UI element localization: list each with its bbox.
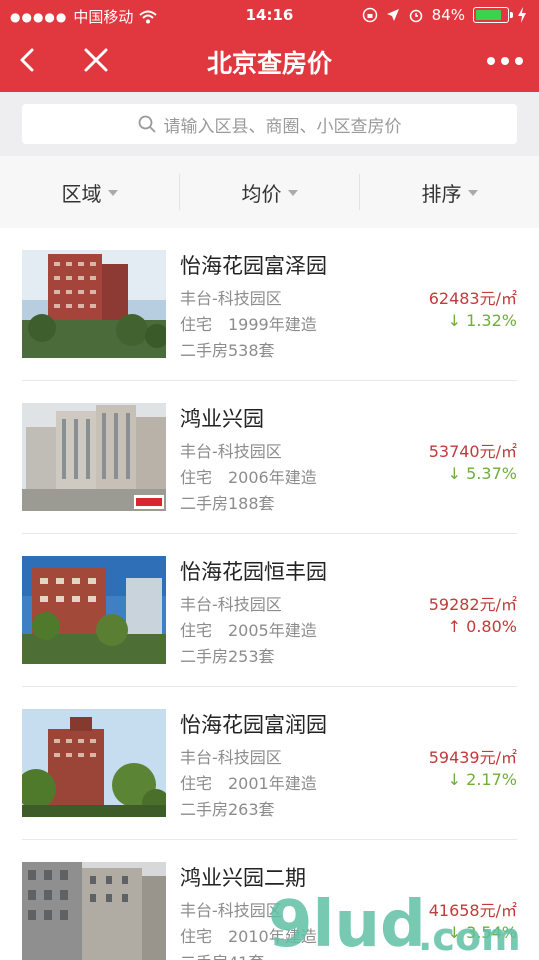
community-name: 鸿业兴园 (180, 407, 264, 431)
nav-bar: 北京查房价 (0, 32, 539, 92)
filter-price[interactable]: 均价 (179, 174, 359, 210)
community-type-year: 住宅 2005年建造 (180, 621, 317, 640)
page-title: 北京查房价 (206, 49, 332, 78)
svg-text:.com: .com (418, 915, 521, 959)
svg-text:9lud: 9lud (268, 888, 426, 960)
list-item[interactable]: 怡海花园富泽园 丰台-科技园区 住宅 1999年建造 二手房538套 62483… (0, 228, 539, 381)
community-photo (22, 403, 166, 511)
community-photo (22, 250, 166, 358)
community-type-year: 住宅 2006年建造 (180, 468, 317, 487)
alarm-icon (409, 9, 422, 23)
community-photo (22, 709, 166, 817)
community-listings: 二手房538套 (180, 341, 275, 360)
battery-fill (476, 10, 502, 20)
search-icon (138, 115, 156, 133)
price-change: ↓ 2.17% (447, 770, 517, 789)
search-area: 请输入区县、商圈、小区查房价 (0, 92, 539, 156)
filter-region[interactable]: 区域 (0, 174, 179, 210)
community-name: 怡海花园富润园 (180, 713, 327, 737)
community-listings: 二手房188套 (180, 494, 275, 513)
community-district: 丰台-科技园区 (180, 289, 282, 308)
more-dot-icon (515, 57, 523, 65)
community-district: 丰台-科技园区 (180, 442, 282, 461)
price-change: ↓ 5.37% (447, 464, 517, 483)
status-bar: ●●●●● 中国移动 14:16 84% (0, 0, 539, 32)
community-list: 怡海花园富泽园 丰台-科技园区 住宅 1999年建造 二手房538套 62483… (0, 228, 539, 960)
community-photo (22, 556, 166, 664)
filter-label: 均价 (241, 181, 282, 206)
community-listings: 二手房41套 (180, 949, 264, 960)
top-bar: ●●●●● 中国移动 14:16 84% 北京查房价 (0, 0, 539, 92)
list-item[interactable]: 怡海花园富润园 丰台-科技园区 住宅 2001年建造 二手房263套 59439… (0, 687, 539, 840)
filter-label: 排序 (421, 181, 462, 206)
search-input[interactable]: 请输入区县、商圈、小区查房价 (22, 104, 517, 144)
price-change: ↓ 1.32% (447, 311, 517, 330)
caret-down-icon (287, 190, 298, 196)
price-change: ↑ 0.80% (447, 617, 517, 636)
community-price: 53740元/㎡ (428, 442, 517, 461)
community-name: 怡海花园富泽园 (180, 254, 327, 278)
filter-bar: 区域 均价 排序 (0, 156, 539, 228)
watermark-logo: 9lud .com (268, 888, 521, 960)
more-dot-icon (487, 57, 495, 65)
location-icon (386, 9, 399, 21)
community-name: 怡海花园恒丰园 (180, 560, 327, 584)
list-item[interactable]: 怡海花园恒丰园 丰台-科技园区 住宅 2005年建造 二手房253套 59282… (0, 534, 539, 687)
more-dot-icon (501, 57, 509, 65)
battery-icon (473, 7, 513, 23)
community-photo (22, 862, 166, 960)
rotation-lock-icon (362, 7, 377, 23)
filter-label: 区域 (61, 181, 102, 206)
community-type-year: 住宅 1999年建造 (180, 315, 317, 334)
status-right: 84% (362, 6, 527, 24)
battery-percent: 84% (431, 6, 465, 24)
caret-down-icon (107, 190, 118, 196)
community-price: 59439元/㎡ (428, 748, 517, 767)
community-district: 丰台-科技园区 (180, 595, 282, 614)
caret-down-icon (467, 190, 478, 196)
community-listings: 二手房253套 (180, 647, 275, 666)
community-price: 59282元/㎡ (428, 595, 517, 614)
list-item[interactable]: 鸿业兴园 丰台-科技园区 住宅 2006年建造 二手房188套 53740元/㎡… (0, 381, 539, 534)
filter-sort[interactable]: 排序 (359, 174, 539, 210)
charging-icon (518, 7, 526, 23)
more-button[interactable] (487, 54, 523, 68)
search-placeholder: 请输入区县、商圈、小区查房价 (163, 116, 402, 137)
community-price: 62483元/㎡ (428, 289, 517, 308)
community-listings: 二手房263套 (180, 800, 275, 819)
community-district: 丰台-科技园区 (180, 748, 282, 767)
community-type-year: 住宅 2001年建造 (180, 774, 317, 793)
